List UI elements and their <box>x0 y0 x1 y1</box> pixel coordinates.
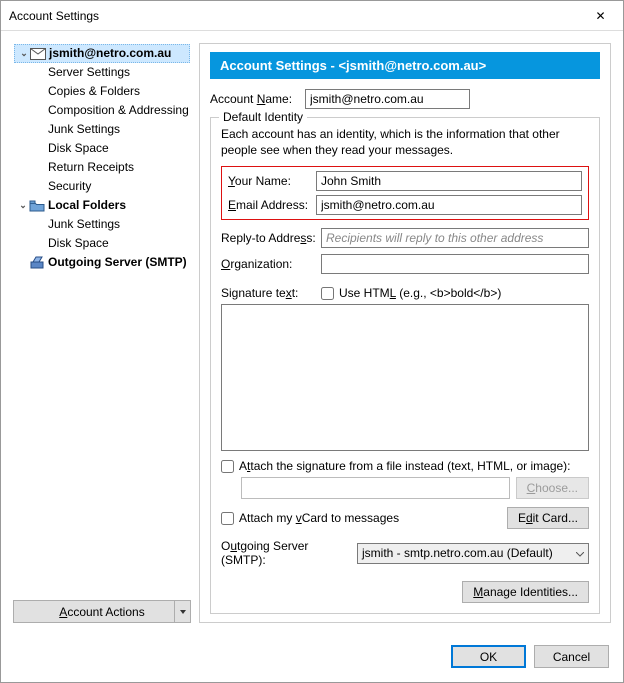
edit-card-button[interactable]: Edit Card... <box>507 507 589 529</box>
email-input[interactable] <box>316 195 582 215</box>
identity-desc: Each account has an identity, which is t… <box>221 126 589 158</box>
server-icon <box>29 255 45 271</box>
email-row: Email Address: <box>228 195 582 215</box>
account-name-row: Account Name: <box>210 89 600 109</box>
tree-copies-folders[interactable]: Copies & Folders <box>14 82 190 101</box>
close-button[interactable]: ✕ <box>578 1 623 31</box>
account-actions-label: Account Actions <box>59 605 144 619</box>
use-html-checkbox[interactable]: Use HTML (e.g., <b>bold</b>) <box>321 286 501 300</box>
use-html-input[interactable] <box>321 287 334 300</box>
main-pane: Account Settings - <jsmith@netro.com.au>… <box>199 43 611 623</box>
org-label: Organization: <box>221 257 321 271</box>
tree-server-settings[interactable]: Server Settings <box>14 63 190 82</box>
mail-icon <box>30 46 46 62</box>
your-name-row: Your Name: <box>228 171 582 191</box>
vcard-label: Attach my vCard to messages <box>239 511 399 525</box>
folder-icon <box>29 198 45 214</box>
org-row: Organization: <box>221 254 589 274</box>
signature-textarea[interactable] <box>221 304 589 451</box>
cancel-button[interactable]: Cancel <box>534 645 609 668</box>
reply-to-input[interactable] <box>321 228 589 248</box>
ok-button[interactable]: OK <box>451 645 526 668</box>
reply-to-label: Reply-to Address: <box>221 231 321 245</box>
account-name-label: Account Name: <box>210 92 305 106</box>
tree-lf-junk[interactable]: Junk Settings <box>14 215 190 234</box>
account-tree[interactable]: ⌄ jsmith@netro.com.au Server Settings Co… <box>13 43 191 594</box>
sig-file-row: Choose... <box>221 477 589 499</box>
sidebar: ⌄ jsmith@netro.com.au Server Settings Co… <box>13 43 191 623</box>
close-icon: ✕ <box>595 9 605 23</box>
manage-identities-button[interactable]: Manage Identities... <box>462 581 589 603</box>
email-label: Email Address: <box>228 198 316 212</box>
dialog-buttons: OK Cancel <box>1 635 623 682</box>
tree-local-folders[interactable]: ⌄ Local Folders <box>14 196 190 215</box>
default-identity-group: Default Identity Each account has an ide… <box>210 117 600 614</box>
your-name-label: Your Name: <box>228 174 316 188</box>
attach-sig-input[interactable] <box>221 460 234 473</box>
manage-row: Manage Identities... <box>221 581 589 603</box>
org-input[interactable] <box>321 254 589 274</box>
tree-local-folders-label: Local Folders <box>48 196 126 215</box>
identity-legend: Default Identity <box>219 110 307 124</box>
account-settings-window: Account Settings ✕ ⌄ jsmith@netro.com.au… <box>0 0 624 683</box>
highlight-box: Your Name: Email Address: <box>221 166 589 220</box>
account-name-input[interactable] <box>305 89 470 109</box>
pane-header: Account Settings - <jsmith@netro.com.au> <box>210 52 600 79</box>
tree-account-label: jsmith@netro.com.au <box>49 44 171 63</box>
choose-button: Choose... <box>516 477 589 499</box>
twisty-open-icon[interactable]: ⌄ <box>19 44 29 63</box>
tree-smtp-label: Outgoing Server (SMTP) <box>48 253 187 272</box>
attach-sig-label: Attach the signature from a file instead… <box>239 459 571 473</box>
twisty-open-icon[interactable]: ⌄ <box>18 196 28 215</box>
window-title: Account Settings <box>9 9 578 23</box>
vcard-row: Attach my vCard to messages Edit Card... <box>221 507 589 529</box>
signature-label: Signature text: <box>221 286 321 300</box>
titlebar: Account Settings ✕ <box>1 1 623 31</box>
reply-to-row: Reply-to Address: <box>221 228 589 248</box>
tree-lf-disk[interactable]: Disk Space <box>14 234 190 253</box>
tree-account[interactable]: ⌄ jsmith@netro.com.au <box>14 44 190 63</box>
tree-composition[interactable]: Composition & Addressing <box>14 101 190 120</box>
tree-smtp[interactable]: Outgoing Server (SMTP) <box>14 253 190 272</box>
attach-sig-checkbox[interactable]: Attach the signature from a file instead… <box>221 459 589 473</box>
sig-file-input <box>241 477 510 499</box>
tree-security[interactable]: Security <box>14 177 190 196</box>
tree-disk-space[interactable]: Disk Space <box>14 139 190 158</box>
smtp-value: jsmith - smtp.netro.com.au (Default) <box>362 546 553 560</box>
your-name-input[interactable] <box>316 171 582 191</box>
vcard-checkbox[interactable]: Attach my vCard to messages <box>221 511 507 525</box>
vcard-input[interactable] <box>221 512 234 525</box>
tree-return-receipts[interactable]: Return Receipts <box>14 158 190 177</box>
signature-row: Signature text: Use HTML (e.g., <b>bold<… <box>221 286 589 300</box>
use-html-label: Use HTML (e.g., <b>bold</b>) <box>339 286 501 300</box>
smtp-label: Outgoing Server (SMTP): <box>221 539 351 567</box>
tree-junk[interactable]: Junk Settings <box>14 120 190 139</box>
smtp-row: Outgoing Server (SMTP): jsmith - smtp.ne… <box>221 539 589 567</box>
dropdown-arrow-icon <box>174 601 190 622</box>
smtp-select[interactable]: jsmith - smtp.netro.com.au (Default) <box>357 543 589 564</box>
chevron-down-icon <box>576 546 584 560</box>
account-actions-button[interactable]: Account Actions <box>13 600 191 623</box>
